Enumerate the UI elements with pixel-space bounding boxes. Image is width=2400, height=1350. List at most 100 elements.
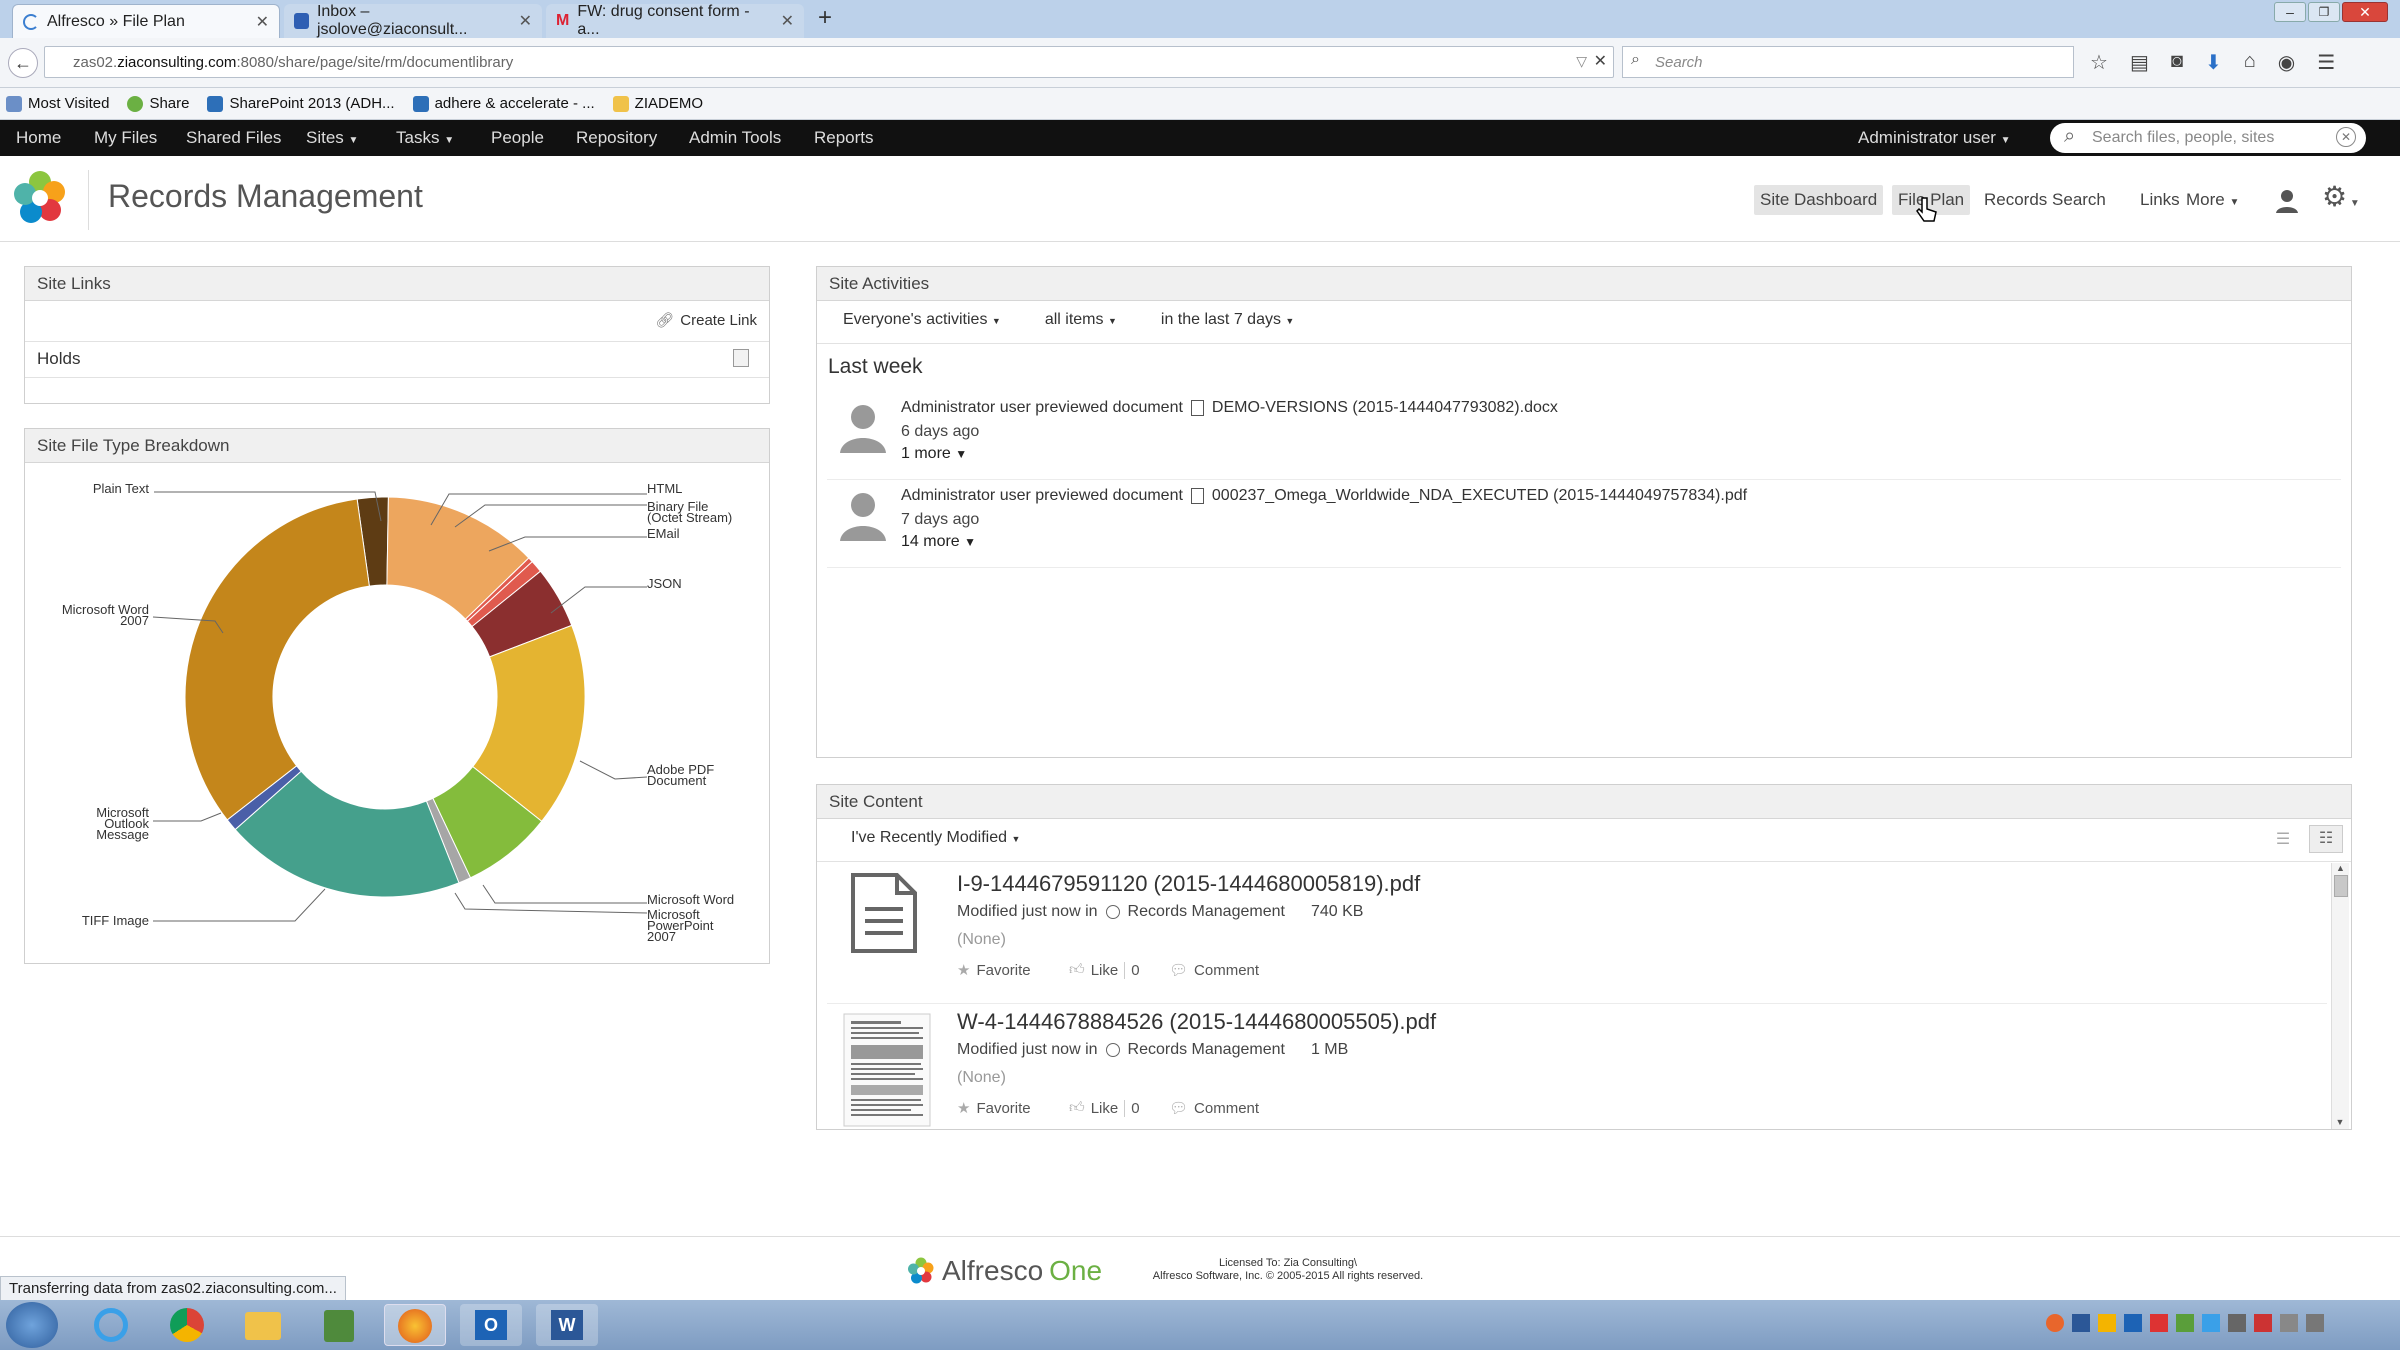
global-search-input[interactable]: ⌕ Search files, people, sites ✕ (2050, 123, 2366, 153)
nav-sites[interactable]: Sites ▼ (306, 120, 358, 156)
document-icon (1190, 400, 1204, 416)
mail-icon (294, 13, 309, 29)
taskbar-ie-icon[interactable] (80, 1304, 142, 1346)
system-tray[interactable] (2046, 1314, 2324, 1332)
tab-alfresco[interactable]: Alfresco » File Plan ✕ (12, 4, 280, 38)
footer-logo: Alfresco One (906, 1255, 1102, 1287)
document-thumbnail-icon[interactable] (849, 873, 919, 953)
loading-icon (23, 13, 39, 30)
activity-doc-link[interactable]: DEMO-VERSIONS (2015-1444047793082).docx (1212, 399, 1558, 417)
document-name-link[interactable]: I-9-1444679591120 (2015-1444680005819).p… (957, 871, 1420, 897)
nav-repository[interactable]: Repository (576, 120, 657, 156)
reading-list-icon[interactable]: ▤ (2130, 50, 2149, 75)
taskbar-explorer-icon[interactable] (232, 1304, 294, 1346)
stop-icon[interactable]: ✕ (1594, 51, 1607, 71)
scroll-up-arrow[interactable]: ▲ (2332, 863, 2349, 873)
filter-range[interactable]: in the last 7 days ▼ (1161, 311, 1294, 329)
tab-inbox[interactable]: Inbox – jsolove@ziaconsult... ✕ (284, 3, 542, 38)
bookmark-sharepoint[interactable]: SharePoint 2013 (ADH... (207, 95, 395, 112)
search-icon: ⌕ (2064, 125, 2076, 147)
taskbar-outlook-icon[interactable]: O (460, 1304, 522, 1346)
activity-more[interactable]: 14 more ▼ (901, 533, 976, 551)
close-tab-icon[interactable]: ✕ (781, 11, 794, 31)
label-pdf: Document (647, 773, 707, 788)
bookmark-share[interactable]: Share (127, 95, 189, 112)
donut-slice-microsoft-word-2007[interactable] (184, 498, 370, 821)
tab-gmail[interactable]: M FW: drug consent form - a... ✕ (546, 3, 804, 38)
content-filter[interactable]: I've Recently Modified ▼ (851, 829, 1020, 847)
like-button[interactable]: 👍︎ Like 0 (1069, 1099, 1140, 1117)
nav-shared-files[interactable]: Shared Files (186, 120, 281, 156)
star-icon: ★ (957, 962, 971, 979)
chat-icon[interactable]: ◉ (2278, 50, 2295, 75)
simple-view-icon[interactable]: ☰ (2271, 829, 2295, 851)
scroll-down-arrow[interactable]: ▼ (2332, 1117, 2348, 1127)
file-type-donut-chart[interactable]: Plain Text Microsoft Word 2007 Microsoft… (25, 463, 769, 963)
nav-my-files[interactable]: My Files (94, 120, 157, 156)
filter-items[interactable]: all items ▼ (1045, 311, 1117, 329)
taskbar-project-icon[interactable] (308, 1304, 370, 1346)
taskbar-word-icon[interactable]: W (536, 1304, 598, 1346)
nav-admin-tools[interactable]: Admin Tools (689, 120, 781, 156)
nav-reports[interactable]: Reports (814, 120, 874, 156)
pocket-icon[interactable]: ◙ (2171, 50, 2183, 75)
download-icon[interactable]: ⬇ (2205, 50, 2222, 75)
avatar (835, 485, 891, 541)
home-icon[interactable]: ⌂ (2244, 50, 2256, 75)
back-button[interactable]: ← (8, 48, 38, 78)
site-nav-more[interactable]: More ▼ (2180, 185, 2245, 215)
clear-search-icon[interactable]: ✕ (2336, 127, 2356, 147)
nav-home[interactable]: Home (16, 120, 61, 156)
filter-activities[interactable]: Everyone's activities ▼ (843, 311, 1001, 329)
nav-tasks[interactable]: Tasks ▼ (396, 120, 454, 156)
divider (827, 479, 2341, 480)
start-button[interactable] (6, 1302, 58, 1348)
bookmark-star-icon[interactable]: ☆ (2090, 50, 2108, 75)
url-bar[interactable]: zas02. ziaconsulting.com:8080/share/page/… (44, 46, 1614, 78)
close-tab-icon[interactable]: ✕ (519, 11, 532, 31)
dropdown-icon[interactable]: ▽ (1576, 53, 1587, 70)
thumbs-up-icon: 👍︎ (1069, 961, 1085, 978)
link-details-icon[interactable] (733, 349, 749, 367)
activity-text[interactable]: Administrator user previewed document (901, 399, 1183, 417)
site-nav-dashboard[interactable]: Site Dashboard (1754, 185, 1884, 215)
link-holds[interactable]: Holds (37, 349, 80, 369)
activity-doc-link[interactable]: 000237_Omega_Worldwide_NDA_EXECUTED (201… (1212, 487, 1747, 505)
user-profile-icon[interactable] (2272, 186, 2302, 216)
document-thumbnail-image[interactable] (843, 1013, 931, 1127)
activity-text[interactable]: Administrator user previewed document (901, 487, 1183, 505)
taskbar-chrome-icon[interactable] (156, 1304, 218, 1346)
comment-button[interactable]: 💬︎ Comment (1169, 961, 1259, 980)
comment-button[interactable]: 💬︎ Comment (1169, 1099, 1259, 1118)
new-tab-button[interactable]: + (818, 4, 832, 32)
site-activities-dashlet: Site Activities Everyone's activities ▼ … (816, 266, 2352, 758)
settings-gear-icon[interactable]: ⚙ ▼ (2322, 180, 2360, 213)
bookmark-most-visited[interactable]: Most Visited (6, 95, 109, 112)
taskbar-firefox-icon[interactable] (384, 1304, 446, 1346)
file-type-dashlet: Site File Type Breakdown Plain Text Micr… (24, 428, 770, 964)
menu-icon[interactable]: ☰ (2317, 50, 2335, 75)
document-name-link[interactable]: W-4-1444678884526 (2015-1444680005505).p… (957, 1009, 1436, 1035)
restore-button[interactable]: ❐ (2308, 2, 2340, 22)
content-scrollbar[interactable]: ▲ ▼ (2331, 863, 2349, 1129)
create-link-button[interactable]: 🔗︎ Create Link (655, 311, 757, 330)
scroll-thumb[interactable] (2333, 875, 2348, 897)
favorite-button[interactable]: ★ Favorite (957, 1099, 1031, 1118)
minimize-button[interactable]: – (2274, 2, 2306, 22)
close-window-button[interactable]: ✕ (2342, 2, 2388, 22)
site-link[interactable]: Records Management (1128, 1041, 1285, 1059)
activity-more[interactable]: 1 more ▼ (901, 445, 967, 463)
detailed-view-icon[interactable]: ☷ (2309, 825, 2343, 853)
site-nav-links[interactable]: Links (2134, 185, 2186, 215)
close-tab-icon[interactable]: ✕ (256, 12, 269, 32)
like-button[interactable]: 👍︎ Like 0 (1069, 961, 1140, 979)
user-menu[interactable]: Administrator user ▼ (1858, 120, 2011, 156)
bookmark-ziademo[interactable]: ZIADEMO (612, 95, 703, 112)
site-link[interactable]: Records Management (1128, 903, 1285, 921)
site-nav-records-search[interactable]: Records Search (1978, 185, 2112, 215)
browser-search-input[interactable]: ⌕ Search (1622, 46, 2074, 78)
nav-people[interactable]: People (491, 120, 544, 156)
favorite-button[interactable]: ★ Favorite (957, 961, 1031, 980)
alfresco-logo-icon[interactable] (10, 168, 70, 228)
bookmark-adhere[interactable]: adhere & accelerate - ... (412, 95, 595, 112)
